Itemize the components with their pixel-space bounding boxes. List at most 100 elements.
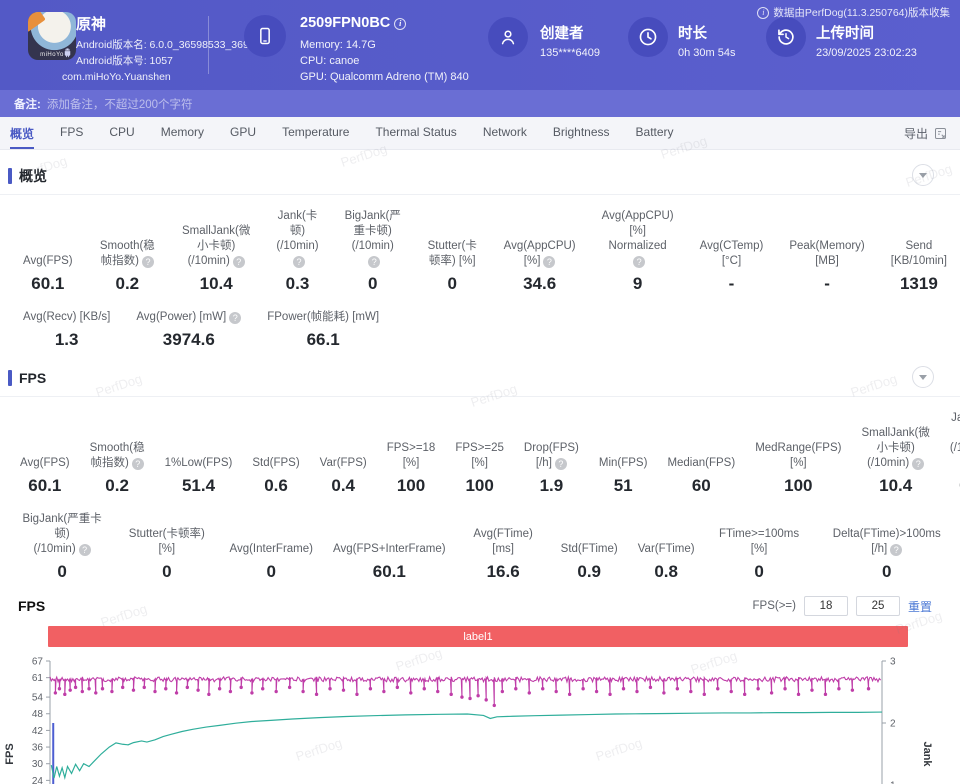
metric-value: 0 [427, 274, 478, 294]
metric-value: 0.4 [320, 476, 367, 496]
help-icon[interactable]: ? [555, 458, 567, 470]
svg-text:36: 36 [32, 743, 44, 754]
metric-value: 0.2 [99, 274, 156, 294]
creator-value: 135****6409 [540, 45, 600, 61]
metric-label: 1%Low(FPS) [165, 456, 233, 471]
metric-value: 100 [455, 476, 504, 496]
header-divider [208, 16, 209, 74]
metric-value: 0.8 [638, 562, 695, 582]
metric-cell: Avg(Power) [mW]?3974.6 [123, 310, 254, 350]
chart-label-banner[interactable]: label1 [48, 626, 908, 647]
help-icon[interactable]: ? [229, 312, 241, 324]
metric-cell: Stutter(卡顿率) [%]0 [414, 239, 491, 294]
device-cpu: CPU: canoe [300, 53, 469, 69]
svg-text:Jank: Jank [921, 741, 933, 767]
tab-GPU[interactable]: GPU [230, 117, 256, 149]
section-accent-bar [8, 168, 12, 184]
metric-cell: Avg(FPS)60.1 [10, 254, 86, 294]
metric-label: Var(FTime) [638, 542, 695, 557]
tab-Network[interactable]: Network [483, 117, 527, 149]
export-button[interactable]: 导出 [904, 117, 948, 150]
duration-value: 0h 30m 54s [678, 45, 735, 61]
fps-threshold-input-2[interactable] [856, 596, 900, 616]
help-icon[interactable]: ? [233, 256, 245, 268]
tab-Thermal Status[interactable]: Thermal Status [375, 117, 456, 149]
svg-text:48: 48 [32, 709, 44, 720]
metric-value: 0.3 [950, 476, 960, 496]
fps-collapse-button[interactable] [912, 366, 934, 388]
section-accent-bar [8, 370, 12, 386]
metric-value: 16.6 [466, 562, 541, 582]
metric-label: Avg(AppCPU) [%]? [504, 239, 576, 269]
tab-Temperature[interactable]: Temperature [282, 117, 349, 149]
metric-label: Smooth(稳帧指数)? [99, 239, 156, 269]
metric-cell: FPS>=18 [%]100 [377, 441, 446, 496]
collector-note-text: 数据由PerfDog(11.3.250764)版本收集 [773, 5, 950, 20]
metric-cell: Avg(CTemp)[°C]- [687, 239, 777, 294]
help-icon[interactable]: ? [368, 256, 380, 268]
metric-label: Jank(卡顿) (/10min)? [276, 209, 318, 269]
overview-collapse-button[interactable] [912, 164, 934, 186]
note-bar[interactable]: 备注: 添加备注，不超过200个字符 [0, 90, 960, 117]
fps-chart[interactable]: 0612182430364248546167012300:0001:3803:1… [0, 651, 940, 784]
metric-cell: Avg(AppCPU) [%]? 34.6 [491, 239, 589, 294]
metric-value: 0.6 [252, 476, 299, 496]
help-icon[interactable]: ? [79, 544, 91, 556]
app-version-code: Android版本号: 1057 [76, 53, 258, 69]
metric-cell: Std(FPS)0.6 [242, 456, 309, 496]
metric-cell: FPS>=25 [%]100 [445, 441, 514, 496]
svg-text:2: 2 [890, 719, 896, 730]
metric-row: BigJank(严重卡顿) (/10min)?0Stutter(卡顿率) [%]… [0, 498, 960, 584]
metric-cell: 1%Low(FPS)51.4 [155, 456, 243, 496]
metric-cell: Avg(FPS+InterFrame)60.1 [323, 542, 456, 582]
metric-label: Stutter(卡顿率) [%] [124, 527, 209, 557]
help-icon[interactable]: ? [132, 458, 144, 470]
metric-cell: Avg(InterFrame)0 [219, 542, 323, 582]
metric-cell: Avg(Recv) [KB/s]1.3 [10, 310, 123, 350]
metric-row: Avg(Recv) [KB/s]1.3Avg(Power) [mW]?3974.… [0, 296, 960, 352]
app-version-name: Android版本名: 6.0.0_36598533_369... [76, 37, 258, 53]
fps-threshold-input-1[interactable] [804, 596, 848, 616]
metric-label: Avg(InterFrame) [229, 542, 313, 557]
help-icon[interactable]: ? [912, 458, 924, 470]
metric-label: BigJank(严重卡顿) (/10min)? [345, 209, 401, 269]
help-icon[interactable]: ? [890, 544, 902, 556]
upload-time-icon [766, 17, 806, 57]
help-icon[interactable]: ? [633, 256, 645, 268]
metric-cell: BigJank(严重卡顿) (/10min)?0 [10, 512, 114, 582]
tab-Memory[interactable]: Memory [161, 117, 204, 149]
fps-section-title: FPS [19, 370, 46, 386]
device-memory: Memory: 14.7G [300, 37, 469, 53]
metric-label: Avg(FPS+InterFrame) [333, 542, 446, 557]
info-icon: i [757, 7, 769, 19]
metric-value: 100 [387, 476, 436, 496]
svg-text:3: 3 [890, 657, 896, 668]
metric-value: 60 [667, 476, 735, 496]
device-gpu: GPU: Qualcomm Adreno (TM) 840 [300, 69, 469, 85]
metric-value: 0 [20, 562, 104, 582]
device-specs: Memory: 14.7G CPU: canoe GPU: Qualcomm A… [300, 37, 469, 85]
metric-label: Avg(FTime) [ms] [466, 527, 541, 557]
device-info-icon[interactable]: i [394, 18, 406, 30]
device-model: 2509FPN0BC i [300, 15, 406, 31]
overview-section-title: 概览 [19, 166, 47, 186]
help-icon[interactable]: ? [543, 256, 555, 268]
help-icon[interactable]: ? [142, 256, 154, 268]
metric-value: 10.4 [182, 274, 250, 294]
metric-cell: Drop(FPS) [/h]?1.9 [514, 441, 589, 496]
tab-CPU[interactable]: CPU [109, 117, 134, 149]
tab-概览[interactable]: 概览 [10, 117, 34, 149]
metric-value: 34.6 [504, 274, 576, 294]
metric-value: 100 [755, 476, 841, 496]
help-icon[interactable]: ? [293, 256, 305, 268]
note-placeholder: 添加备注，不超过200个字符 [47, 96, 193, 112]
tab-Brightness[interactable]: Brightness [553, 117, 610, 149]
tab-Battery[interactable]: Battery [636, 117, 674, 149]
reset-button[interactable]: 重置 [908, 598, 932, 615]
metric-cell: Smooth(稳帧指数)? 0.2 [86, 239, 169, 294]
export-icon [933, 126, 948, 141]
tab-FPS[interactable]: FPS [60, 117, 83, 149]
duration-label: 时长 [678, 22, 707, 43]
metric-cell: Avg(FTime) [ms] 16.6 [456, 527, 551, 582]
metric-label: Var(FPS) [320, 456, 367, 471]
